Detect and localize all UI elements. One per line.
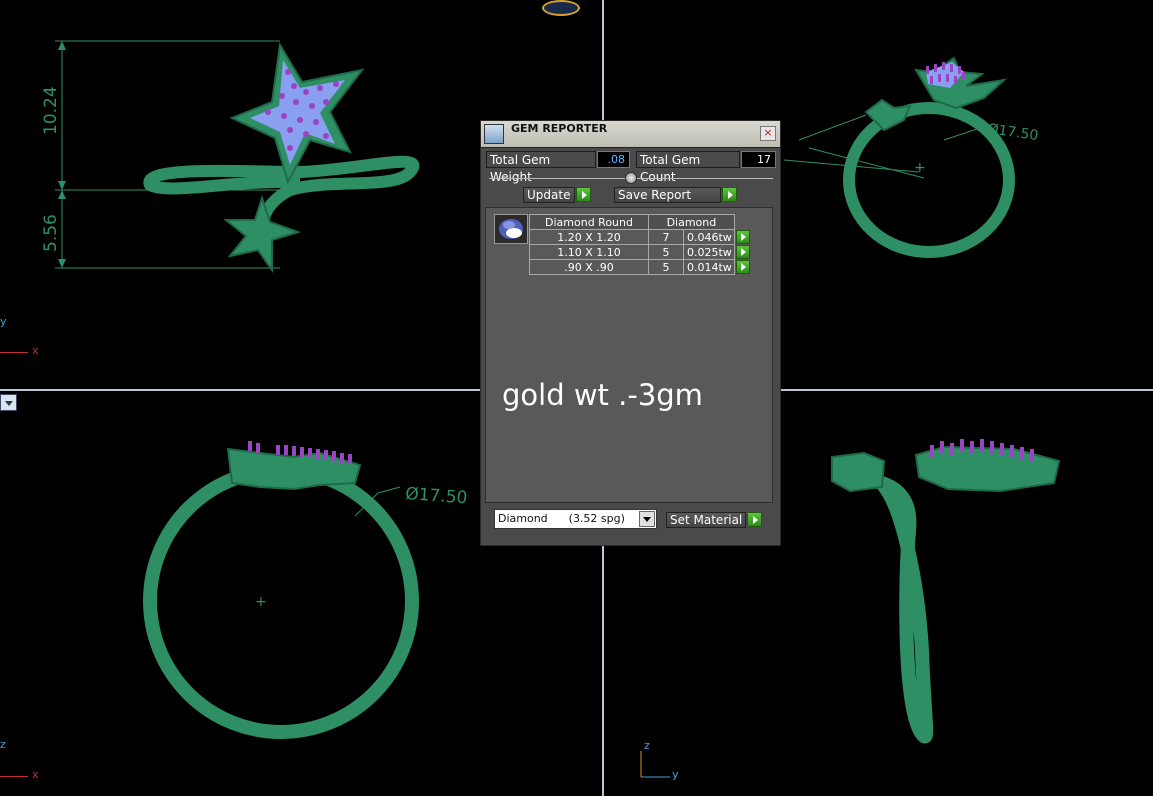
- gem-weight: 0.025tw: [683, 244, 735, 260]
- table-row[interactable]: .90 X .90 5 0.014tw: [529, 259, 751, 275]
- axis-label-up: y: [0, 315, 7, 328]
- close-button[interactable]: ×: [760, 126, 776, 141]
- gem-weight: 0.046tw: [683, 229, 735, 245]
- save-report-button[interactable]: Save Report: [614, 187, 721, 203]
- table-row[interactable]: 1.10 X 1.10 5 0.025tw: [529, 244, 751, 260]
- row-go-button[interactable]: [735, 230, 750, 244]
- dim-height-top: 10.24: [41, 86, 61, 135]
- gem-reporter-panel: GEM REPORTER × Total Gem Weight .08 Tota…: [480, 120, 781, 546]
- axis-label-right: x: [32, 344, 39, 357]
- axis-line-x: [0, 352, 28, 353]
- axis-label-right: y: [672, 768, 679, 781]
- col-header-material: Diamond: [648, 214, 735, 230]
- gem-reporter-app-icon: [484, 124, 504, 144]
- gem-size: 1.20 X 1.20: [529, 229, 649, 245]
- axis-line-x: [0, 776, 28, 777]
- set-material-button[interactable]: Set Material: [666, 512, 746, 528]
- gem-count: 7: [648, 229, 684, 245]
- gem-count: 5: [648, 259, 684, 275]
- gem-table-header: Diamond Round Diamond: [529, 214, 751, 230]
- gem-weight: 0.014tw: [683, 259, 735, 275]
- gem-size: .90 X .90: [529, 259, 649, 275]
- table-row[interactable]: 1.20 X 1.20 7 0.046tw: [529, 229, 751, 245]
- update-button[interactable]: Update: [523, 187, 575, 203]
- diamond-round-gem-icon: [494, 214, 528, 244]
- axis-label-right: x: [32, 768, 39, 781]
- update-go-button[interactable]: [576, 187, 591, 202]
- total-gem-count-label: Total Gem Count: [636, 151, 740, 184]
- gold-weight-note: gold wt .-3gm: [502, 378, 703, 412]
- total-gem-weight-label: Total Gem Weight: [486, 151, 596, 184]
- row-go-button[interactable]: [735, 245, 750, 259]
- gem-count: 5: [648, 244, 684, 260]
- chevron-down-icon[interactable]: [639, 511, 655, 527]
- gem-reporter-titlebar[interactable]: GEM REPORTER ×: [481, 121, 780, 148]
- viewport-menu-dropdown-icon[interactable]: [0, 394, 17, 411]
- gem-reporter-title: GEM REPORTER: [511, 122, 608, 135]
- total-gem-count-value: 17: [741, 151, 776, 168]
- app-logo-icon: [542, 0, 580, 16]
- material-select[interactable]: Diamond (3.52 spg): [494, 509, 657, 529]
- gem-size: 1.10 X 1.10: [529, 244, 649, 260]
- set-material-go-button[interactable]: [747, 512, 762, 527]
- gem-list[interactable]: Diamond Round Diamond 1.20 X 1.20 7 0.04…: [485, 207, 773, 503]
- save-report-go-button[interactable]: [722, 187, 737, 202]
- axis-label-up: z: [644, 739, 650, 752]
- dim-diameter-top: Ø17.50: [405, 484, 468, 508]
- svg-text:+: +: [914, 160, 926, 176]
- gem-table: Diamond Round Diamond 1.20 X 1.20 7 0.04…: [529, 214, 751, 275]
- material-select-value: Diamond (3.52 spg): [498, 512, 625, 525]
- col-header-shape: Diamond Round: [529, 214, 649, 230]
- total-gem-weight-value: .08: [597, 151, 630, 168]
- dim-height-bottom: 5.56: [41, 214, 61, 252]
- svg-text:+: +: [255, 594, 267, 610]
- row-go-button[interactable]: [735, 260, 750, 274]
- splitter-handle[interactable]: [625, 172, 637, 184]
- axis-label-up: z: [0, 738, 6, 751]
